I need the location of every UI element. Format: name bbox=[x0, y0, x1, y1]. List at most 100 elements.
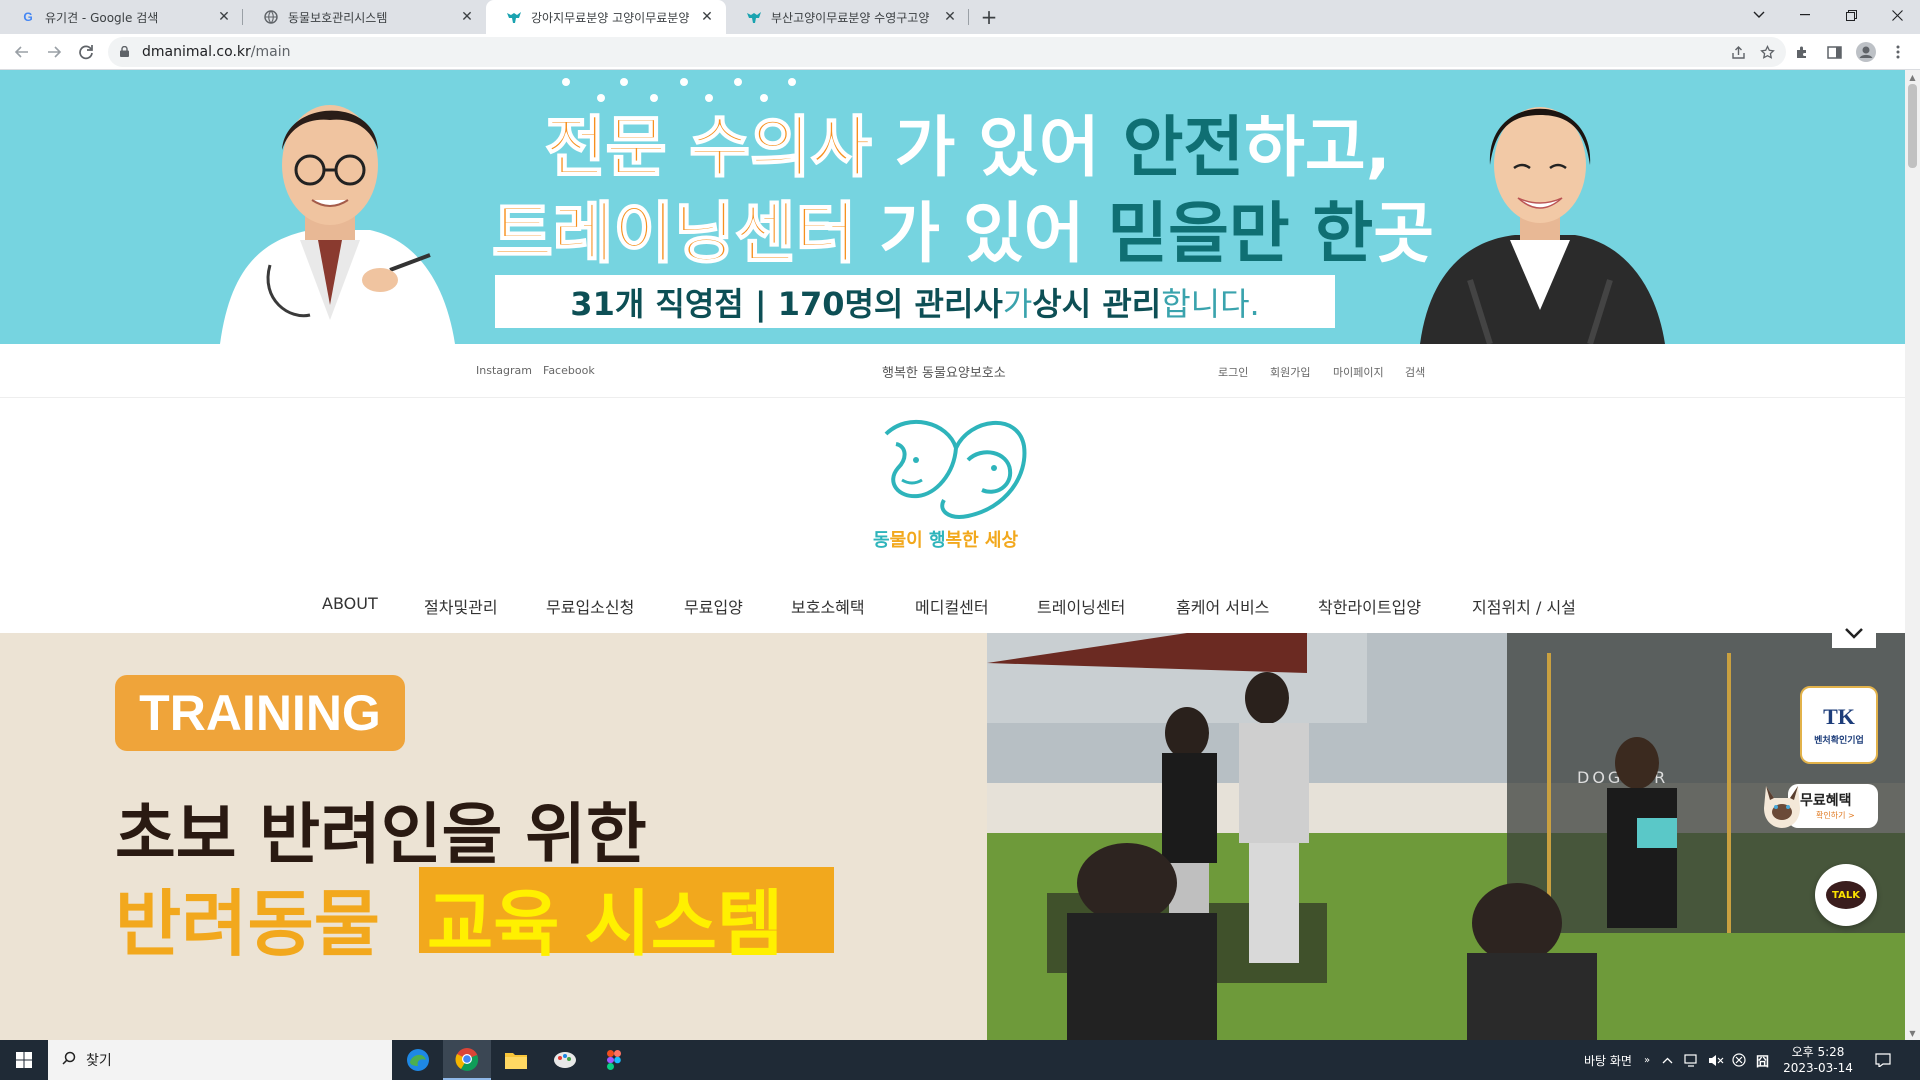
address-bar[interactable]: dmanimal.co.kr/main bbox=[108, 37, 1786, 67]
browser-toolbar: dmanimal.co.kr/main bbox=[0, 34, 1920, 70]
training-heading: 초보 반려인을 위한 bbox=[115, 796, 647, 873]
site-tagline: 행복한 동물요양보호소 bbox=[882, 366, 1006, 381]
tab-title: 강아지무료분양 고양이무료분양 bbox=[531, 10, 690, 25]
mypage-link[interactable]: 마이페이지 bbox=[1333, 364, 1384, 380]
veterinarian-illustration bbox=[220, 105, 455, 344]
logo-char: 행 bbox=[928, 530, 946, 551]
hero-stats-managed: 상시 관리 bbox=[1032, 284, 1162, 323]
bookmark-star-icon[interactable] bbox=[1756, 41, 1778, 63]
decor-dot bbox=[562, 78, 570, 86]
edge-app-icon[interactable] bbox=[394, 1040, 442, 1080]
signup-link[interactable]: 회원가입 bbox=[1270, 364, 1310, 380]
training-banner[interactable]: TRAINING 초보 반려인을 위한 반려동물 교육 시스템 bbox=[0, 633, 987, 1040]
close-icon[interactable]: ✕ bbox=[458, 8, 476, 26]
minimize-button[interactable] bbox=[1782, 0, 1828, 30]
scrollbar-thumb[interactable] bbox=[1908, 84, 1917, 168]
tab-title: 유기견 - Google 검색 bbox=[45, 10, 159, 25]
instagram-link[interactable]: Instagram bbox=[476, 364, 532, 377]
nav-homecare[interactable]: 홈케어 서비스 bbox=[1176, 594, 1269, 618]
url-text[interactable]: dmanimal.co.kr/main bbox=[142, 44, 290, 60]
start-button[interactable] bbox=[0, 1040, 48, 1080]
restore-button[interactable] bbox=[1828, 0, 1874, 30]
file-explorer-icon[interactable] bbox=[492, 1040, 540, 1080]
facebook-link[interactable]: Facebook bbox=[543, 364, 595, 377]
figma-app-icon[interactable] bbox=[590, 1040, 638, 1080]
windows-taskbar: 찾기 바탕 화면 » 囧 오후 5:28 2023-03-14 bbox=[0, 1040, 1920, 1080]
page-viewport: 전문 수의사 가 있어 안전하고, 트레이닝센터 가 있어 믿을만 한곳 31개… bbox=[0, 70, 1905, 1040]
nav-free-adoption[interactable]: 무료입양 bbox=[684, 594, 743, 618]
tab-search-dropdown-icon[interactable] bbox=[1736, 0, 1782, 30]
hero-banner[interactable]: 전문 수의사 가 있어 안전하고, 트레이닝센터 가 있어 믿을만 한곳 31개… bbox=[0, 70, 1905, 344]
kakao-talk-button[interactable]: TALK bbox=[1815, 864, 1877, 926]
logo-char: 동 bbox=[873, 530, 890, 551]
free-benefit-button[interactable]: 무료혜택 확인하기 > bbox=[1760, 778, 1880, 830]
menu-kebab-icon[interactable] bbox=[1886, 40, 1910, 64]
tab-divider bbox=[968, 9, 969, 25]
nav-about[interactable]: ABOUT bbox=[322, 594, 378, 613]
logo-char: 물이 bbox=[889, 530, 929, 551]
hero-text-expert: 전문 bbox=[544, 108, 690, 187]
side-panel-icon[interactable] bbox=[1822, 40, 1846, 64]
profile-avatar-icon[interactable] bbox=[1854, 40, 1878, 64]
url-domain: dmanimal.co.kr bbox=[142, 44, 251, 60]
nav-locations[interactable]: 지점위치 / 시설 bbox=[1472, 594, 1576, 618]
search-icon bbox=[62, 1051, 76, 1069]
decor-dot bbox=[788, 78, 796, 86]
tab-google-search[interactable]: G 유기견 - Google 검색 ✕ bbox=[0, 0, 243, 34]
new-tab-button[interactable]: + bbox=[978, 5, 1000, 29]
close-icon[interactable]: ✕ bbox=[698, 8, 716, 26]
back-button[interactable] bbox=[8, 38, 36, 66]
search-link[interactable]: 검색 bbox=[1405, 364, 1425, 380]
hero-text-trustworthy: 믿을만 한 bbox=[1107, 195, 1374, 272]
scroll-up-icon[interactable]: ▲ bbox=[1905, 70, 1920, 84]
close-window-button[interactable] bbox=[1874, 0, 1920, 30]
desktop-label[interactable]: 바탕 화면 bbox=[1584, 1040, 1632, 1080]
hero-text-place: 곳 bbox=[1373, 195, 1435, 272]
windows-logo-icon bbox=[16, 1052, 32, 1068]
nav-free-admission[interactable]: 무료입소신청 bbox=[546, 594, 634, 618]
clock-date: 2023-03-14 bbox=[1783, 1061, 1853, 1075]
forward-button[interactable] bbox=[40, 38, 68, 66]
nav-procedure[interactable]: 절차및관리 bbox=[424, 594, 498, 618]
nav-shelter-benefits[interactable]: 보호소혜택 bbox=[791, 594, 865, 618]
notification-blocked-icon[interactable] bbox=[1732, 1040, 1746, 1080]
hero-stats-count: 31개 직영점 | 170명의 관리사 bbox=[570, 284, 1003, 323]
tab-dmanimal-active[interactable]: 강아지무료분양 고양이무료분양 ✕ bbox=[486, 0, 726, 34]
taskbar-search[interactable]: 찾기 bbox=[48, 1040, 392, 1080]
logo-wordmark[interactable]: 동물이 행복한 세상 bbox=[873, 526, 1018, 552]
tray-chevron-up-icon[interactable] bbox=[1662, 1040, 1673, 1080]
scroll-down-icon[interactable]: ▼ bbox=[1905, 1026, 1920, 1040]
volume-muted-icon[interactable] bbox=[1708, 1040, 1724, 1080]
lock-icon[interactable] bbox=[120, 46, 129, 57]
extensions-icon[interactable] bbox=[1790, 40, 1814, 64]
collapse-chevron-button[interactable] bbox=[1832, 618, 1876, 648]
tab-animal-protection[interactable]: 동물보호관리시스템 ✕ bbox=[243, 0, 486, 34]
taskbar-search-placeholder: 찾기 bbox=[86, 1053, 112, 1069]
free-benefit-sub: 확인하기 > bbox=[1816, 811, 1855, 820]
nav-light-adoption[interactable]: 착한라이트입양 bbox=[1318, 594, 1421, 618]
close-icon[interactable]: ✕ bbox=[215, 8, 233, 26]
site-logo-icon[interactable] bbox=[878, 416, 1028, 526]
globe-icon bbox=[263, 9, 279, 25]
chrome-app-icon[interactable] bbox=[443, 1040, 491, 1080]
hero-headline-line1: 전문 수의사 가 있어 안전하고, bbox=[544, 94, 1391, 190]
nav-training-center[interactable]: 트레이닝센터 bbox=[1037, 594, 1125, 618]
hero-headline-line2: 트레이닝센터 가 있어 믿을만 한곳 bbox=[491, 180, 1435, 276]
network-icon[interactable] bbox=[1684, 1040, 1700, 1080]
taskbar-clock[interactable]: 오후 5:28 2023-03-14 bbox=[1780, 1044, 1856, 1076]
login-link[interactable]: 로그인 bbox=[1218, 364, 1248, 380]
close-icon[interactable]: ✕ bbox=[941, 8, 959, 26]
venture-certified-badge[interactable]: TK 벤처확인기업 bbox=[1800, 686, 1878, 764]
nav-medical-center[interactable]: 메디컬센터 bbox=[915, 594, 989, 618]
paint-app-icon[interactable] bbox=[541, 1040, 589, 1080]
clock-time: 오후 5:28 bbox=[1791, 1045, 1845, 1059]
tab-busan-cat[interactable]: 부산고양이무료분양 수영구고양 ✕ bbox=[726, 0, 969, 34]
ime-indicator[interactable]: 囧 bbox=[1756, 1040, 1769, 1080]
action-center-icon[interactable] bbox=[1875, 1040, 1891, 1080]
reload-button[interactable] bbox=[72, 38, 100, 66]
page-scrollbar[interactable]: ▲ ▼ bbox=[1905, 70, 1920, 1040]
share-icon[interactable] bbox=[1727, 41, 1749, 63]
toolbar-expand-icon[interactable]: » bbox=[1644, 1040, 1650, 1080]
venture-logo-icon: TK bbox=[1823, 704, 1855, 729]
hero-text-have2: 가 있어 bbox=[856, 195, 1108, 272]
